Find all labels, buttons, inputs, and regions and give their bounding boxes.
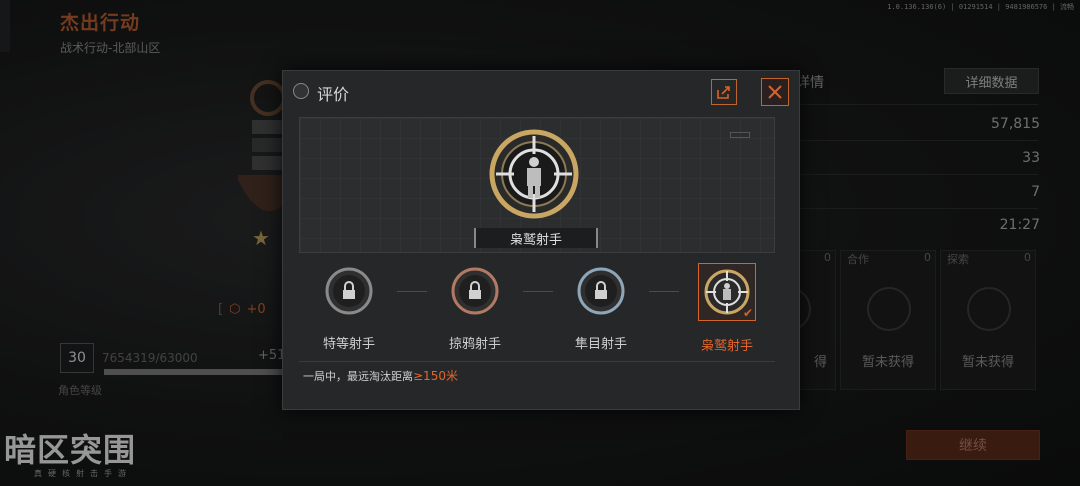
- lock-badge-icon: [577, 267, 625, 315]
- modal-title: 评价: [317, 85, 350, 104]
- check-icon: ✔: [742, 306, 753, 320]
- close-icon: [768, 85, 782, 99]
- close-button[interactable]: [761, 78, 789, 106]
- tier-item[interactable]: 隼目射手: [571, 263, 631, 352]
- rating-icon: [293, 83, 309, 99]
- modal-header: 评价: [283, 71, 799, 111]
- tier-label: 隼目射手: [574, 337, 627, 352]
- tier-description: 一局中，最远淘汰距离≥150米: [303, 369, 458, 383]
- tier-item-active[interactable]: ✔ 枭鹫射手: [697, 263, 757, 354]
- tier-label: 枭鹫射手: [700, 339, 753, 354]
- tier-item[interactable]: 特等射手: [319, 263, 379, 352]
- rating-modal: 评价 枭鹫射手 特等射手 掠鸦射手 隼目射手 ✔ 枭鹫射手 一局中，最远淘汰距离…: [282, 70, 800, 410]
- share-button[interactable]: [711, 79, 737, 105]
- lock-badge-icon: [451, 267, 499, 315]
- tier-label: 特等射手: [322, 337, 375, 352]
- sniper-badge-icon: [489, 129, 579, 219]
- tier-label: 掠鸦射手: [448, 337, 501, 352]
- tier-list: 特等射手 掠鸦射手 隼目射手 ✔ 枭鹫射手: [299, 261, 775, 354]
- share-icon: [717, 86, 730, 99]
- tier-item[interactable]: 掠鸦射手: [445, 263, 505, 352]
- hero-name: 枭鹫射手: [474, 228, 598, 248]
- lock-badge-icon: [325, 267, 373, 315]
- hero-panel: 枭鹫射手: [299, 117, 775, 253]
